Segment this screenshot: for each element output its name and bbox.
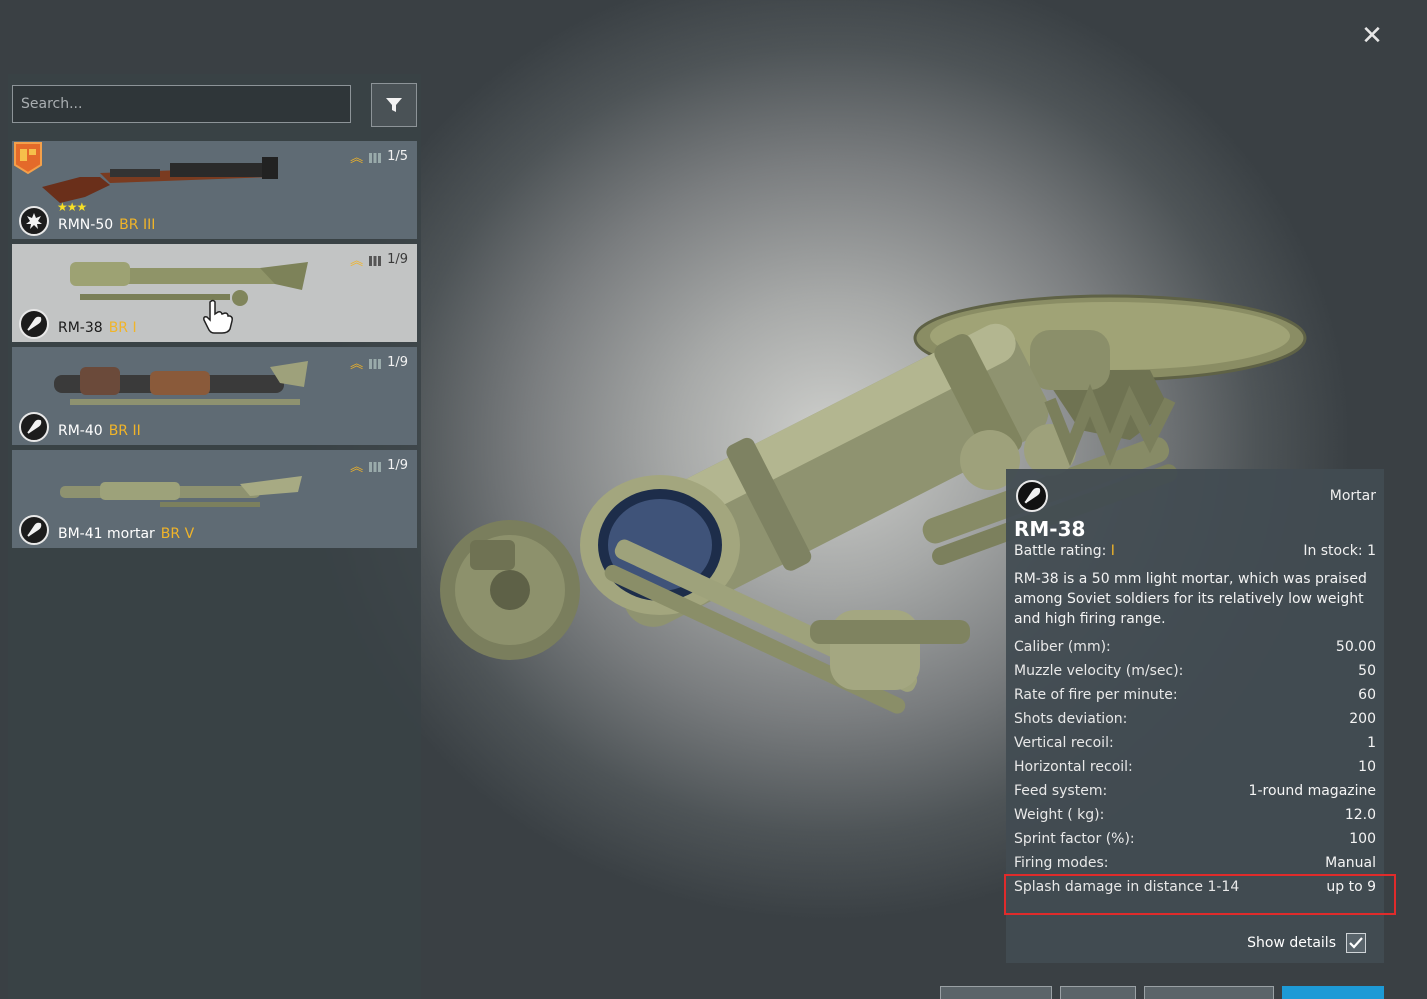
stat-row: Firing modes: Manual [1014,855,1376,871]
weapon-name: RM-40 BR II [58,423,141,439]
stat-row: Feed system: 1-round magazine [1014,783,1376,799]
action-button-2[interactable] [1060,986,1136,999]
primary-action-button[interactable] [1282,986,1384,999]
weapon-title: RM-38 [1014,517,1086,541]
close-button[interactable]: ✕ [1356,20,1388,52]
filter-button[interactable] [371,83,417,127]
battle-rating-value: I [1110,543,1115,559]
weapon-thumbnail-image [60,476,302,507]
ammo-icon [369,358,382,369]
show-details-label: Show details [1247,935,1336,951]
weapon-description: RM-38 is a 50 mm light mortar, which was… [1014,571,1367,627]
upgrade-chevron-icon: ︽ [350,460,364,475]
search-input[interactable] [12,85,351,123]
stats-list: Caliber (mm): 50.00 Muzzle velocity (m/se… [1014,635,1376,899]
upgrade-chevron-icon: ︽ [350,151,364,166]
stat-row: Rate of fire per minute: 60 [1014,687,1376,703]
stat-row: Caliber (mm): 50.00 [1014,639,1376,655]
stock-counter: ︽ 1/9 [350,252,408,269]
stat-row: Sprint factor (%): 100 [1014,831,1376,847]
checkmark-icon [1349,937,1363,949]
mortar-shell-icon [19,515,49,545]
weapon-card-rm-38[interactable]: RM-38 BR I ︽ 1/9 [12,244,417,342]
stat-row: Weight ( kg): 12.0 [1014,807,1376,823]
mortar-shell-icon [19,309,49,339]
rating-stars: ★★★ [57,200,87,214]
battle-rating-label: Battle rating: [1014,543,1107,559]
highlight-annotation-box [1004,874,1396,915]
weapon-thumbnail-image [54,361,308,405]
weapon-name: RM-38 BR I [58,320,137,336]
stock-counter: ︽ 1/5 [350,149,408,166]
hand-cursor-icon [203,299,233,334]
show-details-checkbox[interactable] [1346,933,1366,953]
ammo-icon [369,255,382,266]
show-details-toggle[interactable]: Show details [1247,933,1366,953]
mortar-shell-icon [19,412,49,442]
stat-row: Horizontal recoil: 10 [1014,759,1376,775]
ammo-icon [369,461,382,472]
battle-rating-row: Battle rating: I In stock: 1 [1014,543,1376,559]
weapon-class-label: Mortar [1329,488,1376,504]
stat-row: Shots deviation: 200 [1014,711,1376,727]
ammo-icon [369,152,382,163]
stat-row: Muzzle velocity (m/sec): 50 [1014,663,1376,679]
weapon-card-rm-40[interactable]: RM-40 BR II ︽ 1/9 [12,347,417,445]
filter-icon [386,98,402,112]
stat-row: Vertical recoil: 1 [1014,735,1376,751]
explosion-icon [19,206,49,236]
stock-counter: ︽ 1/9 [350,458,408,475]
weapon-name: BM-41 mortar BR V [58,526,195,542]
weapon-thumbnail-image [70,262,308,306]
weapon-card-rmn-50[interactable]: ★★★ RMN-50 BR III ︽ 1/5 [12,141,417,239]
stock-counter: ︽ 1/9 [350,355,408,372]
upgrade-chevron-icon: ︽ [350,357,364,372]
action-button-3[interactable] [1144,986,1274,999]
weapon-card-bm-41[interactable]: BM-41 mortar BR V ︽ 1/9 [12,450,417,548]
weapon-name: RMN-50 BR III [58,217,156,233]
battlepass-badge-icon [14,142,42,175]
weapon-list-panel: ★★★ RMN-50BR III ︽ 1/5 RM-38BR I [8,74,421,999]
stock-label: In stock: 1 [1303,543,1376,559]
mortar-shell-icon [1016,480,1048,512]
action-button-1[interactable] [940,986,1052,999]
upgrade-chevron-icon: ︽ [350,254,364,269]
